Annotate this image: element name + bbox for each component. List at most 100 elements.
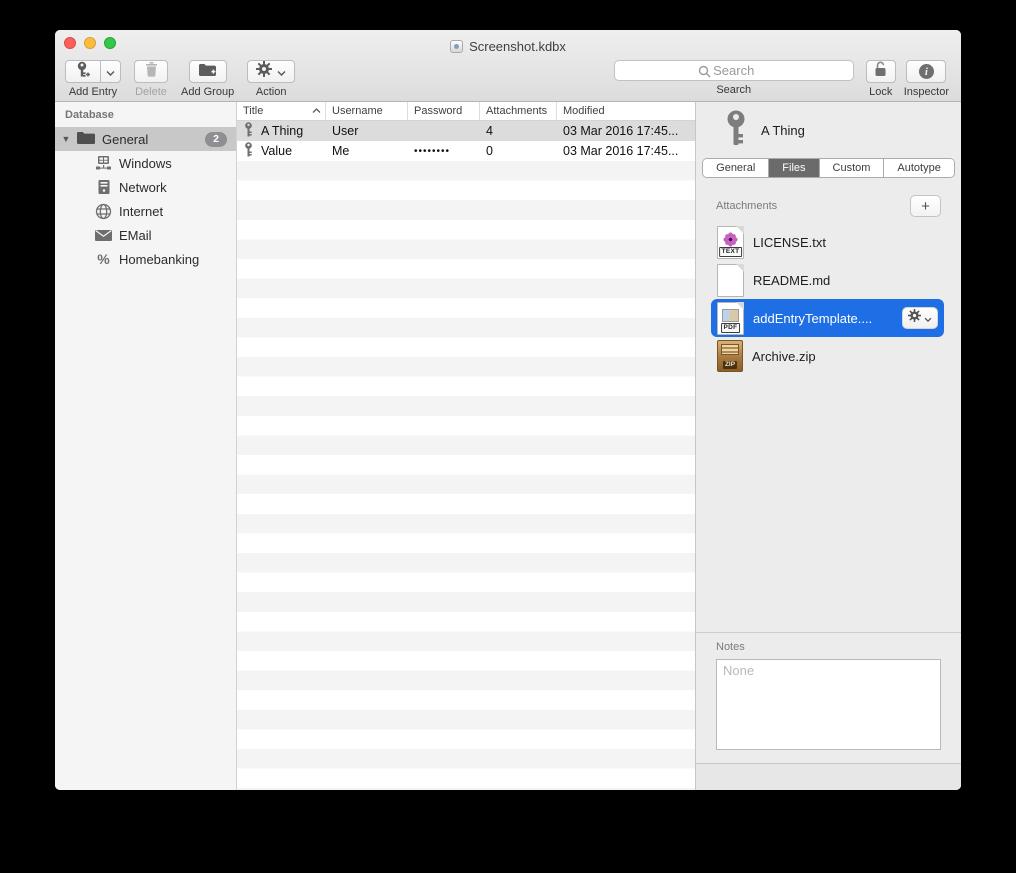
titlebar[interactable]: Screenshot.kdbx	[55, 30, 961, 56]
tab-autotype[interactable]: Autotype	[884, 159, 953, 177]
chevron-down-icon	[277, 63, 286, 81]
attachments-header: Attachments +	[696, 195, 961, 217]
notes-label: Notes	[716, 641, 941, 653]
pdf-preview-thumbnail	[722, 309, 739, 322]
sidebar-item-general[interactable]: ▼ General 2	[55, 127, 236, 151]
tab-general[interactable]: General	[703, 159, 769, 177]
inspector-header: A Thing	[696, 102, 961, 148]
cell-modified: 03 Mar 2016 17:45...	[557, 144, 695, 158]
content: Database ▼ General 2 Windows Networ	[55, 102, 961, 790]
cell-title: A Thing	[261, 124, 303, 138]
cell-username: Me	[326, 144, 408, 158]
delete-item: Delete	[134, 60, 168, 98]
gear-icon	[256, 61, 272, 82]
column-header-title[interactable]: Title	[237, 102, 326, 120]
search-item: Search	[614, 60, 854, 96]
add-attachment-button[interactable]: +	[910, 195, 941, 217]
empty-table-rows[interactable]	[237, 161, 695, 790]
column-header-username[interactable]: Username	[326, 102, 408, 120]
unlocked-padlock-icon	[873, 61, 888, 83]
cell-attachments: 4	[480, 124, 557, 138]
tab-files[interactable]: Files	[769, 159, 819, 177]
sidebar-item-homebanking[interactable]: % Homebanking	[55, 247, 236, 271]
cell-password: ••••••••	[408, 146, 480, 157]
sidebar-item-label: Network	[119, 180, 167, 195]
sidebar-item-label: Internet	[119, 204, 163, 219]
file-type-badge: TEXT	[719, 247, 743, 257]
column-header-attachments[interactable]: Attachments	[480, 102, 557, 120]
add-group-item: Add Group	[181, 60, 234, 98]
table-row[interactable]: Value Me •••••••• 0 03 Mar 2016 17:45...	[237, 141, 695, 161]
minimize-button[interactable]	[84, 37, 96, 49]
table-row[interactable]: A Thing User 4 03 Mar 2016 17:45...	[237, 121, 695, 141]
zoom-button[interactable]	[104, 37, 116, 49]
sidebar-item-email[interactable]: EMail	[55, 223, 236, 247]
search-input[interactable]	[615, 61, 853, 80]
action-item: Action	[247, 60, 295, 98]
folder-icon	[77, 131, 95, 148]
sidebar-item-internet[interactable]: Internet	[55, 199, 236, 223]
traffic-lights	[64, 37, 116, 49]
pdf-file-icon: PDF	[717, 302, 744, 335]
notes-textarea[interactable]	[716, 659, 941, 750]
add-entry-button[interactable]	[65, 60, 101, 83]
attachment-item[interactable]: README.md	[711, 261, 944, 299]
attachment-item[interactable]: TEXT LICENSE.txt	[711, 223, 944, 261]
percent-icon: %	[95, 251, 112, 268]
inspector-button[interactable]: i	[906, 60, 946, 83]
chevron-down-icon	[924, 309, 932, 327]
sidebar-item-label: Homebanking	[119, 252, 199, 267]
app-window: Screenshot.kdbx Add Ent	[55, 30, 961, 790]
sidebar-item-windows[interactable]: Windows	[55, 151, 236, 175]
document-proxy-icon[interactable]	[450, 40, 463, 53]
sort-ascending-icon	[312, 105, 321, 117]
action-button[interactable]	[247, 60, 295, 83]
close-button[interactable]	[64, 37, 76, 49]
entry-count-badge: 2	[205, 132, 227, 147]
sidebar-item-label: EMail	[119, 228, 152, 243]
search-label: Search	[716, 84, 751, 96]
sidebar-item-label: Windows	[119, 156, 172, 171]
server-icon	[95, 179, 112, 196]
lock-button[interactable]	[866, 60, 896, 83]
add-entry-item: Add Entry	[65, 60, 121, 98]
attachment-item-selected[interactable]: PDF addEntryTemplate....	[711, 299, 944, 337]
lock-label: Lock	[869, 86, 892, 98]
inspector-spacer	[696, 375, 961, 632]
attachment-name: Archive.zip	[752, 349, 816, 364]
window-title: Screenshot.kdbx	[469, 39, 566, 54]
globe-icon	[95, 203, 112, 220]
tab-custom[interactable]: Custom	[820, 159, 885, 177]
add-entry-label: Add Entry	[69, 86, 117, 98]
cell-title: Value	[261, 144, 292, 158]
column-header-modified[interactable]: Modified	[557, 102, 695, 120]
entry-title: A Thing	[761, 123, 805, 138]
toolbar: Add Entry Delete Add Group	[55, 56, 961, 101]
trash-icon	[144, 61, 159, 82]
delete-button[interactable]	[134, 60, 168, 83]
key-icon	[244, 122, 253, 140]
action-label: Action	[256, 86, 287, 98]
sidebar-item-network[interactable]: Network	[55, 175, 236, 199]
zip-file-icon: ZIP	[717, 340, 743, 372]
attachment-action-button[interactable]	[902, 307, 938, 329]
window-chrome: Screenshot.kdbx Add Ent	[55, 30, 961, 102]
column-header-password[interactable]: Password	[408, 102, 480, 120]
search-field[interactable]	[614, 60, 854, 81]
attachment-item[interactable]: ZIP Archive.zip	[711, 337, 944, 375]
key-icon	[244, 142, 253, 160]
key-icon	[724, 110, 748, 151]
cell-modified: 03 Mar 2016 17:45...	[557, 124, 695, 138]
disclosure-triangle-icon[interactable]: ▼	[55, 134, 77, 144]
file-type-badge: ZIP	[723, 361, 737, 369]
cell-attachments: 0	[480, 144, 557, 158]
add-group-label: Add Group	[181, 86, 234, 98]
attachments-label: Attachments	[716, 200, 777, 212]
table-header: Title Username Password Attachments Modi…	[237, 102, 695, 121]
envelope-icon	[95, 227, 112, 244]
add-entry-dropdown-button[interactable]	[101, 60, 121, 83]
add-group-button[interactable]	[189, 60, 227, 83]
text-file-icon: TEXT	[717, 226, 744, 259]
inspector-item: i Inspector	[904, 60, 949, 98]
attachment-list: TEXT LICENSE.txt README.md PDF addEntryT…	[696, 217, 961, 375]
